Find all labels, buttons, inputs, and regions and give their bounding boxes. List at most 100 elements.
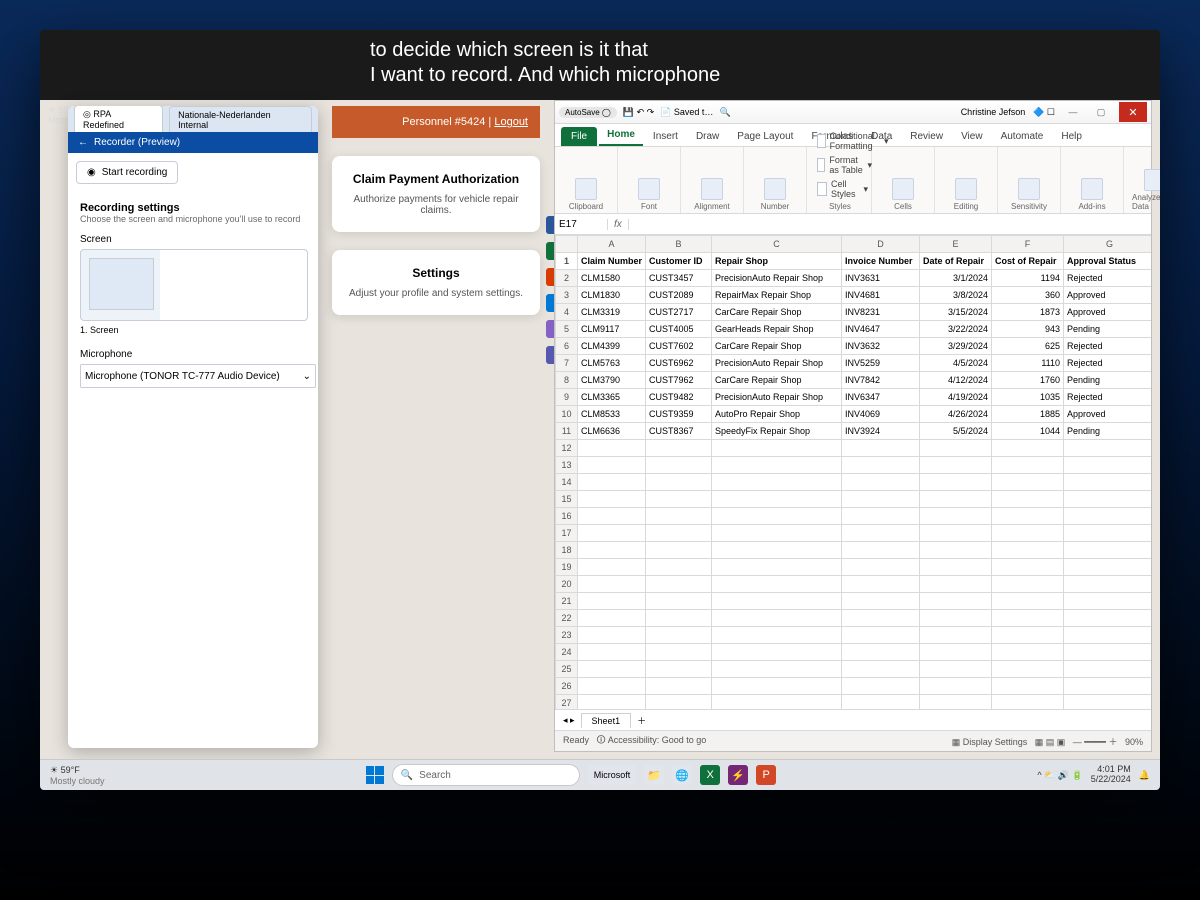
- sheet-nav[interactable]: ◂ ▸: [563, 715, 575, 726]
- recorder-titlebar: ← Recorder (Preview): [68, 132, 318, 153]
- card-title: Settings: [346, 266, 526, 280]
- tab-home[interactable]: Home: [599, 125, 643, 146]
- card-claim-payment[interactable]: Claim Payment Authorization Authorize pa…: [332, 156, 540, 232]
- desktop: ☀ 59°FMostly cloudy ◎ RPA Redefined Nati…: [40, 100, 1160, 760]
- minimize-button[interactable]: —: [1063, 103, 1083, 121]
- tab-file[interactable]: File: [561, 127, 597, 146]
- table-row[interactable]: 26: [556, 678, 1152, 695]
- table-row[interactable]: 12: [556, 440, 1152, 457]
- taskbar-powerpoint[interactable]: P: [756, 765, 776, 785]
- group-addins[interactable]: Add-ins: [1061, 147, 1124, 213]
- taskbar-search[interactable]: 🔍Search: [392, 764, 580, 786]
- doc-saved-status: 📄 Saved t…: [660, 107, 713, 118]
- screen-caption: 1. Screen: [80, 325, 306, 335]
- table-row[interactable]: 15: [556, 491, 1152, 508]
- card-body: Authorize payments for vehicle repair cl…: [346, 194, 526, 216]
- group-editing[interactable]: Editing: [935, 147, 998, 213]
- recorder-window: ◎ RPA Redefined Nationale-Nederlanden In…: [68, 106, 318, 748]
- taskbar-powerautomate[interactable]: ⚡: [728, 765, 748, 785]
- start-recording-button[interactable]: ◉ Start recording: [76, 161, 178, 184]
- group-alignment[interactable]: Alignment: [681, 147, 744, 213]
- table-row[interactable]: 11CLM6636CUST8367SpeedyFix Repair ShopIN…: [556, 423, 1152, 440]
- taskbar-clock[interactable]: 4:01 PM5/22/2024: [1091, 765, 1131, 785]
- card-title: Claim Payment Authorization: [346, 172, 526, 186]
- tab-insert[interactable]: Insert: [645, 127, 686, 146]
- screen-thumbnail[interactable]: [80, 249, 308, 321]
- tray-icons[interactable]: ^ ⛅ 🔊 🔋: [1037, 770, 1082, 781]
- table-row[interactable]: 19: [556, 559, 1152, 576]
- spreadsheet-grid[interactable]: ABCDEFGH 1 Claim NumberCustomer IDRepair…: [555, 235, 1151, 709]
- tab-automate[interactable]: Automate: [993, 127, 1052, 146]
- search-icon[interactable]: 🔍: [719, 107, 730, 118]
- tab-draw[interactable]: Draw: [688, 127, 727, 146]
- table-row[interactable]: 8CLM3790CUST7962CarCare Repair ShopINV78…: [556, 372, 1152, 389]
- tab-view[interactable]: View: [953, 127, 991, 146]
- notifications-icon[interactable]: 🔔: [1139, 770, 1150, 781]
- taskbar-microsoft[interactable]: Microsoft: [588, 765, 637, 785]
- taskbar-edge[interactable]: 🌐: [672, 765, 692, 785]
- user-name[interactable]: Christine Jefson: [961, 107, 1026, 117]
- table-row[interactable]: 22: [556, 610, 1152, 627]
- live-caption: to decide which screen is it that I want…: [370, 38, 830, 88]
- format-as-table[interactable]: Format as Table ▾: [817, 155, 872, 175]
- group-clipboard[interactable]: Clipboard: [555, 147, 618, 213]
- screen-label: Screen: [80, 234, 306, 245]
- table-row[interactable]: 17: [556, 525, 1152, 542]
- table-row[interactable]: 2CLM1580CUST3457PrecisionAuto Repair Sho…: [556, 270, 1152, 287]
- table-row[interactable]: 4CLM3319CUST2717CarCare Repair ShopINV82…: [556, 304, 1152, 321]
- table-row[interactable]: 10CLM8533CUST9359AutoPro Repair ShopINV4…: [556, 406, 1152, 423]
- table-row[interactable]: 25: [556, 661, 1152, 678]
- tab-page-layout[interactable]: Page Layout: [729, 127, 801, 146]
- table-row[interactable]: 9CLM3365CUST9482PrecisionAuto Repair Sho…: [556, 389, 1152, 406]
- tab-review[interactable]: Review: [902, 127, 951, 146]
- table-row[interactable]: 16: [556, 508, 1152, 525]
- close-button[interactable]: ✕: [1119, 102, 1147, 122]
- recording-settings-sub: Choose the screen and microphone you'll …: [80, 214, 306, 224]
- group-styles: Conditional Formatting ▾ Format as Table…: [807, 147, 872, 213]
- table-row[interactable]: 5CLM9117CUST4005GearHeads Repair ShopINV…: [556, 321, 1152, 338]
- start-button[interactable]: [366, 766, 384, 784]
- taskbar: ☀ 59°FMostly cloudy 🔍Search Microsoft 📁 …: [40, 759, 1160, 790]
- recording-settings-heading: Recording settings: [80, 202, 306, 214]
- chevron-down-icon: ⌄: [303, 371, 311, 382]
- table-row[interactable]: 20: [556, 576, 1152, 593]
- group-number[interactable]: Number: [744, 147, 807, 213]
- table-row[interactable]: 27: [556, 695, 1152, 710]
- search-icon: 🔍: [401, 770, 413, 781]
- table-row[interactable]: 7CLM5763CUST6962PrecisionAuto Repair Sho…: [556, 355, 1152, 372]
- browser-tab-rpa[interactable]: ◎ RPA Redefined: [74, 106, 163, 133]
- table-row[interactable]: 3CLM1830CUST2089RepairMax Repair ShopINV…: [556, 287, 1152, 304]
- table-row[interactable]: 6CLM4399CUST7602CarCare Repair ShopINV36…: [556, 338, 1152, 355]
- sheet-tab[interactable]: Sheet1: [581, 713, 632, 728]
- microphone-select[interactable]: Microphone (TONOR TC-777 Audio Device) ⌄: [80, 364, 316, 388]
- table-row[interactable]: 13: [556, 457, 1152, 474]
- maximize-button[interactable]: ▢: [1091, 103, 1111, 121]
- taskbar-weather[interactable]: ☀ 59°FMostly cloudy: [50, 765, 105, 786]
- cell-styles[interactable]: Cell Styles ▾: [817, 179, 868, 199]
- tab-help[interactable]: Help: [1053, 127, 1090, 146]
- group-sensitivity[interactable]: Sensitivity: [998, 147, 1061, 213]
- fx-label: fx: [608, 219, 629, 230]
- table-row[interactable]: 14: [556, 474, 1152, 491]
- excel-window: AutoSave ◯ 💾 ↶ ↷ 📄 Saved t… 🔍 Christine …: [554, 100, 1152, 752]
- card-settings[interactable]: Settings Adjust your profile and system …: [332, 250, 540, 315]
- browser-tab-nn[interactable]: Nationale-Nederlanden Internal: [169, 106, 312, 133]
- logout-link[interactable]: Logout: [494, 116, 528, 128]
- card-body: Adjust your profile and system settings.: [346, 288, 526, 299]
- ribbon: Clipboard Font Alignment Number Conditio…: [555, 147, 1151, 214]
- name-box[interactable]: E17: [555, 219, 608, 230]
- taskbar-explorer[interactable]: 📁: [644, 765, 664, 785]
- back-icon[interactable]: ←: [78, 137, 88, 148]
- portal-header: Personnel #5424 | Logout: [332, 106, 540, 138]
- new-sheet-button[interactable]: ＋: [637, 714, 646, 727]
- autosave-toggle[interactable]: AutoSave ◯: [559, 107, 617, 118]
- taskbar-excel[interactable]: X: [700, 765, 720, 785]
- group-cells[interactable]: Cells: [872, 147, 935, 213]
- group-analyze[interactable]: Analyze Data: [1124, 147, 1160, 213]
- table-row[interactable]: 18: [556, 542, 1152, 559]
- record-icon: ◉: [87, 167, 96, 178]
- table-row[interactable]: 23: [556, 627, 1152, 644]
- table-row[interactable]: 21: [556, 593, 1152, 610]
- table-row[interactable]: 24: [556, 644, 1152, 661]
- group-font[interactable]: Font: [618, 147, 681, 213]
